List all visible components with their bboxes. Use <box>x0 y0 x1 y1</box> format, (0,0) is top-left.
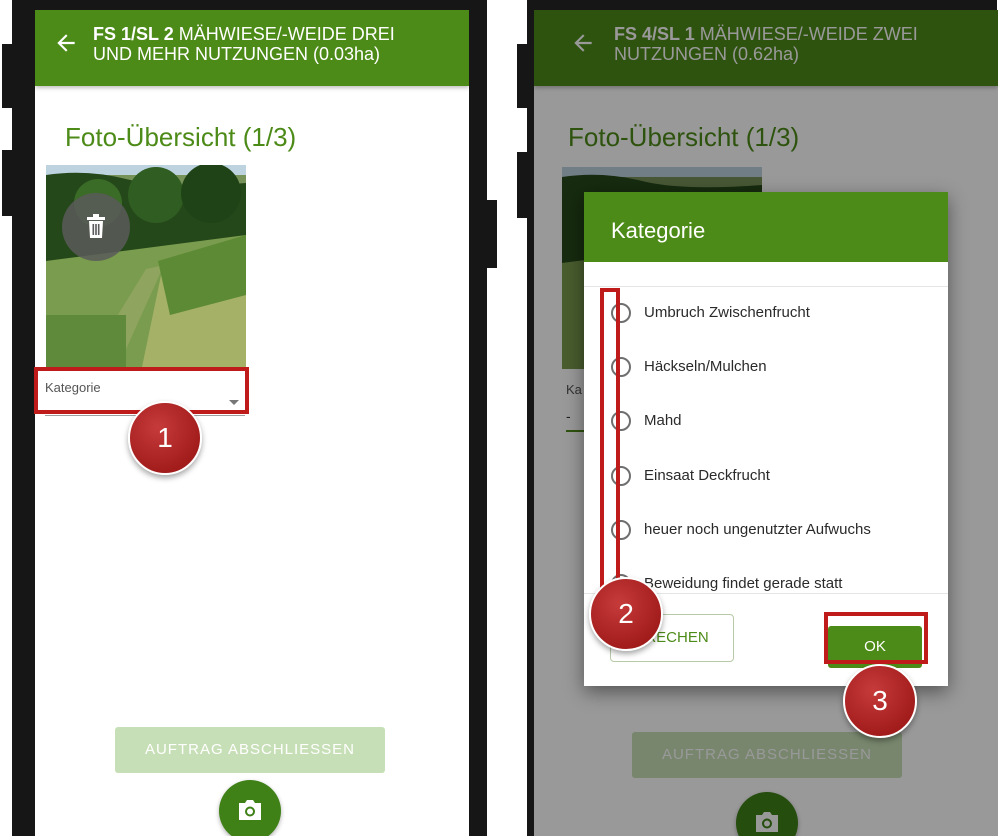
left-phone-side-button <box>2 44 14 108</box>
category-option-label: Umbruch Zwischenfrucht <box>644 304 810 321</box>
delete-photo-button[interactable] <box>62 193 130 261</box>
category-option[interactable]: Umbruch Zwischenfrucht <box>611 301 941 331</box>
category-option-label: Häckseln/Mulchen <box>644 358 767 375</box>
category-option[interactable]: Mahd <box>611 409 941 439</box>
category-option-label: Mahd <box>644 412 682 429</box>
trash-icon <box>87 214 105 238</box>
category-option-label: heuer noch ungenutzter Aufwuchs <box>644 521 871 538</box>
dialog-header: Kategorie <box>584 192 948 262</box>
right-phone-side-button <box>517 152 529 218</box>
highlight-ok-button <box>824 612 928 664</box>
category-option-list[interactable]: Umbruch Zwischenfrucht Häckseln/Mulchen … <box>584 286 948 594</box>
finish-order-button[interactable]: AUFTRAG ABSCHLIESSEN <box>115 727 385 773</box>
dialog-title: Kategorie <box>611 218 706 243</box>
step-callout-3: 3 <box>843 664 917 738</box>
step-callout-1: 1 <box>128 401 202 475</box>
camera-button[interactable] <box>219 780 281 836</box>
category-option-label: Einsaat Deckfrucht <box>644 467 770 484</box>
highlight-radio-column <box>600 288 620 598</box>
app-bar-title: FS 1/SL 2 MÄHWIESE/-WEIDE DREI UND MEHR … <box>93 24 395 64</box>
camera-icon <box>239 800 261 820</box>
step-callout-2: 2 <box>589 577 663 651</box>
right-phone-side-button <box>517 44 529 108</box>
right-phone-side-button <box>487 200 497 268</box>
category-option-label: Beweidung findet gerade statt <box>644 575 843 592</box>
app-bar: FS 1/SL 2 MÄHWIESE/-WEIDE DREI UND MEHR … <box>35 10 469 86</box>
field-photo-image <box>46 165 246 367</box>
category-option[interactable]: Einsaat Deckfrucht <box>611 464 941 494</box>
category-option[interactable]: heuer noch ungenutzter Aufwuchs <box>611 518 941 548</box>
field-photo[interactable] <box>46 165 246 367</box>
page-title: Foto-Übersicht (1/3) <box>65 122 297 152</box>
category-option[interactable]: Beweidung findet gerade statt <box>611 572 941 593</box>
category-option[interactable]: Häckseln/Mulchen <box>611 355 941 385</box>
arrow-left-icon[interactable] <box>53 30 79 56</box>
highlight-category-field <box>34 367 249 414</box>
left-screen: FS 1/SL 2 MÄHWIESE/-WEIDE DREI UND MEHR … <box>35 10 469 836</box>
left-phone-side-button <box>2 150 14 216</box>
